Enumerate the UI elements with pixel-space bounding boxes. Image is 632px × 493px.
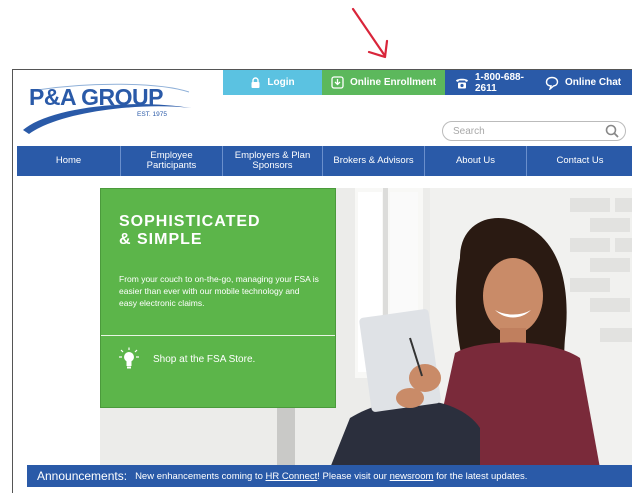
logo-tagline: EST. 1975	[137, 111, 167, 118]
promo-title: SOPHISTICATED & SIMPLE	[119, 213, 261, 248]
search-box	[442, 121, 626, 141]
lightbulb-icon	[119, 347, 139, 369]
announcement-text-middle: ! Please visit our	[317, 470, 387, 482]
nav-item-about-us[interactable]: About Us	[425, 146, 527, 176]
phone-icon	[456, 78, 468, 88]
search-input[interactable]	[453, 125, 605, 137]
promo-divider	[101, 335, 335, 336]
online-enrollment-button[interactable]: Online Enrollment	[322, 70, 445, 95]
page: P&A GROUP EST. 1975 Login Online Enrollm…	[0, 0, 632, 493]
lock-icon	[251, 77, 260, 88]
nav-item-employers-plan-sponsors[interactable]: Employers & Plan Sponsors	[223, 146, 323, 176]
logo-wordmark: P&A GROUP	[29, 84, 163, 110]
promo-text: From your couch to on-the-go, managing y…	[119, 274, 319, 308]
hr-connect-link[interactable]: HR Connect	[266, 471, 318, 482]
chat-label: Online Chat	[565, 77, 622, 88]
online-chat-button[interactable]: Online Chat	[545, 70, 632, 95]
nav-item-brokers-advisors[interactable]: Brokers & Advisors	[323, 146, 425, 176]
login-button[interactable]: Login	[223, 70, 322, 95]
enrollment-label: Online Enrollment	[349, 77, 437, 88]
nav-item-contact-us[interactable]: Contact Us	[527, 146, 632, 176]
fsa-store-label: Shop at the FSA Store.	[153, 353, 256, 365]
enrollment-download-icon	[331, 76, 344, 89]
announcement-heading: Announcements:	[37, 469, 128, 483]
nav-item-employee-participants[interactable]: Employee Participants	[121, 146, 223, 176]
annotation-arrow-icon	[351, 7, 389, 59]
promo-panel: SOPHISTICATED & SIMPLE From your couch t…	[100, 188, 336, 408]
browser-frame: P&A GROUP EST. 1975 Login Online Enrollm…	[12, 69, 632, 493]
nav-item-home[interactable]: Home	[17, 146, 121, 176]
phone-label: 1-800-688-2611	[475, 71, 524, 94]
phone-number-link[interactable]: 1-800-688-2611	[445, 70, 545, 95]
newsroom-link[interactable]: newsroom	[390, 471, 434, 482]
announcement-text-before: New enhancements coming to	[135, 470, 263, 482]
fsa-store-link[interactable]: Shop at the FSA Store.	[119, 347, 255, 371]
search-icon[interactable]	[605, 124, 619, 138]
login-label: Login	[267, 77, 295, 88]
chat-bubble-icon	[545, 76, 559, 90]
announcement-bar: Announcements: New enhancements coming t…	[27, 465, 632, 487]
announcement-text-after: for the latest updates.	[436, 470, 528, 482]
main-nav: Home Employee Participants Employers & P…	[17, 146, 632, 176]
pa-group-logo[interactable]: P&A GROUP EST. 1975	[19, 78, 199, 140]
